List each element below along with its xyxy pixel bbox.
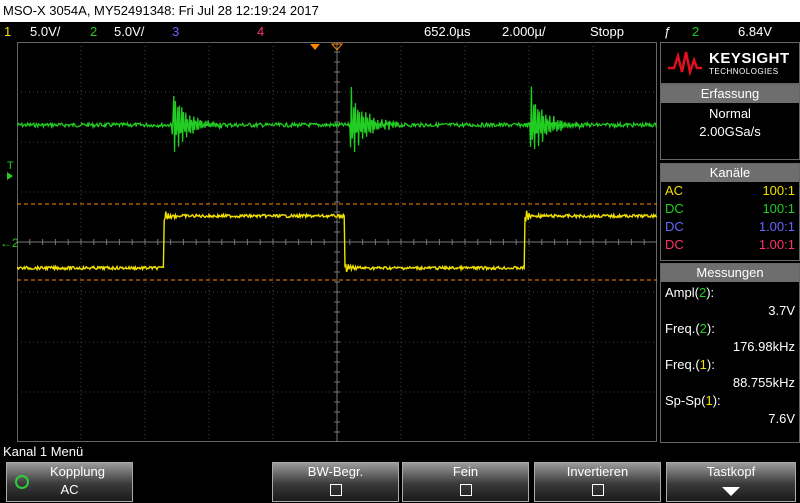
invert-button[interactable]: Invertieren: [534, 462, 661, 502]
run-state[interactable]: Stopp: [590, 22, 624, 42]
channel-row-2: DC 100:1: [665, 201, 795, 216]
keysight-logo-icon: [668, 51, 702, 76]
probe-button[interactable]: Tastkopf: [666, 462, 796, 502]
window-title: MSO-X 3054A, MY52491348: Fri Jul 28 12:1…: [0, 0, 800, 22]
measurements-panel[interactable]: Messungen Ampl(2): 3.7V Freq.(2): 176.98…: [660, 263, 800, 443]
measurement-item: Ampl(2): 3.7V: [665, 285, 795, 318]
checkbox-icon: [459, 484, 472, 496]
channel-row-4: DC 1.00:1: [665, 237, 795, 252]
time-reference-marker: [310, 44, 320, 50]
trigger-edge-icon[interactable]: ƒ: [664, 22, 671, 42]
checkbox-icon: [329, 484, 342, 496]
trigger-level-marker: T: [7, 160, 14, 172]
brand-name: KEYSIGHT: [709, 50, 790, 67]
brand-sub: TECHNOLOGIES: [709, 67, 779, 76]
trigger-level[interactable]: 6.84V: [738, 22, 772, 42]
trigger-arrow-icon: [7, 172, 13, 180]
waveform-display[interactable]: [17, 42, 657, 442]
bw-limit-label: BW-Begr.: [307, 464, 364, 479]
trigger-channel[interactable]: 2: [692, 22, 699, 42]
bw-limit-button[interactable]: BW-Begr.: [272, 462, 399, 502]
acquisition-panel[interactable]: Erfassung Normal 2.00GSa/s: [660, 84, 800, 160]
submenu-arrow-icon: [722, 487, 740, 496]
ch1-number[interactable]: 1: [4, 22, 11, 42]
invert-label: Invertieren: [566, 464, 629, 479]
channel-row-3: DC 1.00:1: [665, 219, 795, 234]
menu-title: Kanal 1 Menü: [3, 444, 84, 459]
channel-row-1: AC 100:1: [665, 183, 795, 198]
measurement-item: Sp-Sp(1): 7.6V: [665, 393, 795, 426]
brand-panel: KEYSIGHT TECHNOLOGIES: [660, 42, 800, 84]
fine-button[interactable]: Fein: [402, 462, 529, 502]
measurement-item: Freq.(1): 88.755kHz: [665, 357, 795, 390]
ch2-ground-marker: ←2: [0, 236, 19, 250]
acquisition-rate: 2.00GSa/s: [699, 124, 761, 139]
time-scale[interactable]: 2.000µ/: [502, 22, 546, 42]
ch2-scale[interactable]: 5.0V/: [114, 22, 144, 42]
time-position[interactable]: 652.0µs: [424, 22, 471, 42]
kopplung-button[interactable]: Kopplung AC: [6, 462, 133, 502]
acquisition-mode: Normal: [709, 106, 751, 121]
ch3-number[interactable]: 3: [172, 22, 179, 42]
fine-label: Fein: [452, 464, 479, 479]
channels-panel[interactable]: Kanäle AC 100:1 DC 100:1 DC 1.00:1 DC 1.00:1: [660, 163, 800, 261]
status-bar: 1 5.0V/ 2 5.0V/ 3 4 652.0µs 2.000µ/ Stop…: [0, 22, 800, 42]
rotary-knob-icon: [15, 475, 29, 489]
measurements-header: Messungen: [661, 264, 799, 282]
acquisition-header: Erfassung: [661, 85, 799, 103]
ch1-scale[interactable]: 5.0V/: [30, 22, 60, 42]
checkbox-icon: [591, 484, 604, 496]
measurement-item: Freq.(2): 176.98kHz: [665, 321, 795, 354]
ch4-number[interactable]: 4: [257, 22, 264, 42]
ch2-number[interactable]: 2: [90, 22, 97, 42]
probe-label: Tastkopf: [706, 464, 756, 479]
channels-header: Kanäle: [661, 164, 799, 182]
